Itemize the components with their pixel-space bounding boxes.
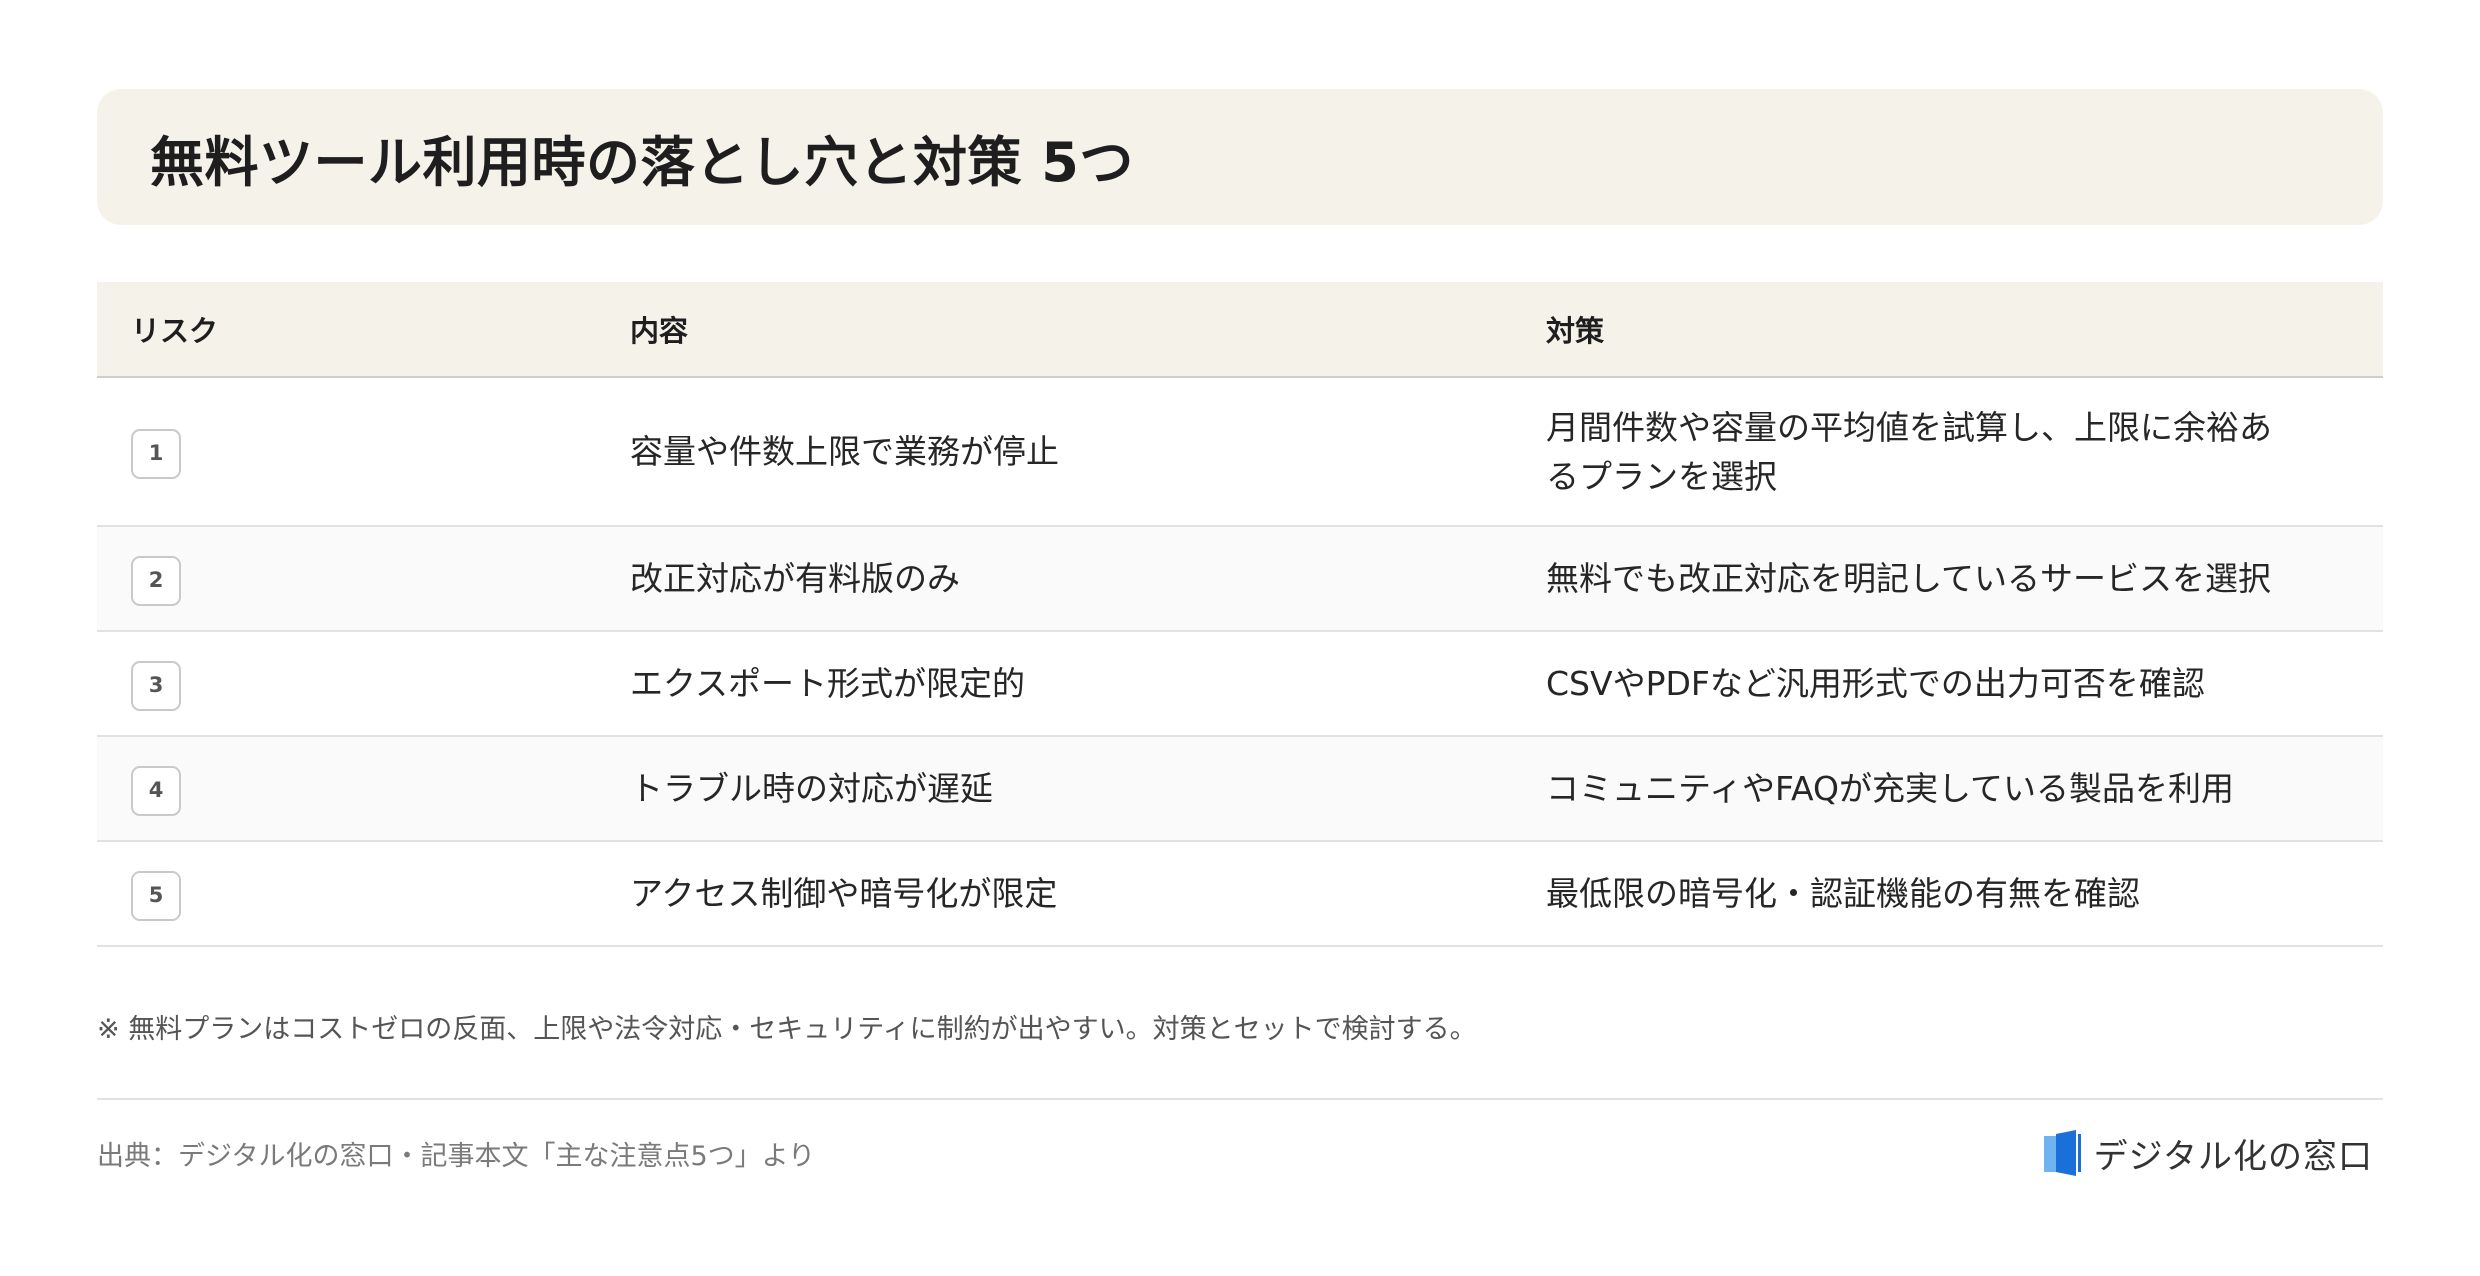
table-header-row: リスク 内容 対策 (97, 282, 2383, 377)
table-row: 5 アクセス制御や暗号化が限定 最低限の暗号化・認証機能の有無を確認 (97, 841, 2383, 946)
risk-content: 改正対応が有料版のみ (630, 559, 960, 598)
risk-content: エクスポート形式が限定的 (630, 664, 1026, 703)
risk-table: リスク 内容 対策 1 容量や件数上限で業務が停止 月間件数や容量の平均値を試算… (97, 282, 2383, 947)
table-row: 4 トラブル時の対応が遅延 コミュニティやFAQが充実している製品を利用 (97, 736, 2383, 841)
brand-logo: デジタル化の窓口 (2042, 1129, 2373, 1178)
title-banner: 無料ツール利用時の落とし穴と対策 5つ (97, 89, 2383, 225)
footnote: ※ 無料プランはコストゼロの反面、上限や法令対応・セキュリティに制約が出やすい。… (97, 1014, 1477, 1045)
risk-number-badge: 2 (131, 555, 181, 606)
table-row: 3 エクスポート形式が限定的 CSVやPDFなど汎用形式での出力可否を確認 (97, 631, 2383, 736)
source-citation: 出典：デジタル化の窓口・記事本文「主な注意点5つ」より (97, 1140, 816, 1172)
window-logo-icon (2043, 1130, 2081, 1176)
risk-number-badge: 1 (131, 428, 181, 479)
header-risk: リスク (131, 314, 219, 348)
risk-content: 容量や件数上限で業務が停止 (630, 432, 1059, 471)
risk-countermeasure: 無料でも改正対応を明記しているサービスを選択 (1546, 559, 2272, 598)
footer: 出典：デジタル化の窓口・記事本文「主な注意点5つ」より デジタル化の窓口 (97, 1128, 2383, 1178)
risk-content: トラブル時の対応が遅延 (630, 769, 993, 808)
table-row: 1 容量や件数上限で業務が停止 月間件数や容量の平均値を試算し、上限に余裕あるプ… (97, 377, 2383, 526)
risk-number-badge: 4 (131, 765, 181, 816)
risk-countermeasure: CSVやPDFなど汎用形式での出力可否を確認 (1546, 664, 2205, 703)
risk-countermeasure: 月間件数や容量の平均値を試算し、上限に余裕あるプランを選択 (1546, 407, 2272, 496)
table-row: 2 改正対応が有料版のみ 無料でも改正対応を明記しているサービスを選択 (97, 526, 2383, 631)
risk-number-badge: 3 (131, 660, 181, 711)
page: 無料ツール利用時の落とし穴と対策 5つ リスク 内容 対策 1 容量や件数上限で… (97, 89, 2383, 1178)
header-content: 内容 (630, 314, 689, 348)
page-title: 無料ツール利用時の落とし穴と対策 5つ (150, 130, 1134, 194)
risk-countermeasure: 最低限の暗号化・認証機能の有無を確認 (1546, 874, 2140, 913)
risk-countermeasure: コミュニティやFAQが充実している製品を利用 (1546, 769, 2234, 808)
brand-name: デジタル化の窓口 (2093, 1136, 2373, 1177)
footer-divider (97, 1098, 2383, 1100)
risk-content: アクセス制御や暗号化が限定 (630, 874, 1058, 913)
risk-number-badge: 5 (131, 870, 181, 921)
header-countermeasure: 対策 (1546, 314, 1605, 348)
